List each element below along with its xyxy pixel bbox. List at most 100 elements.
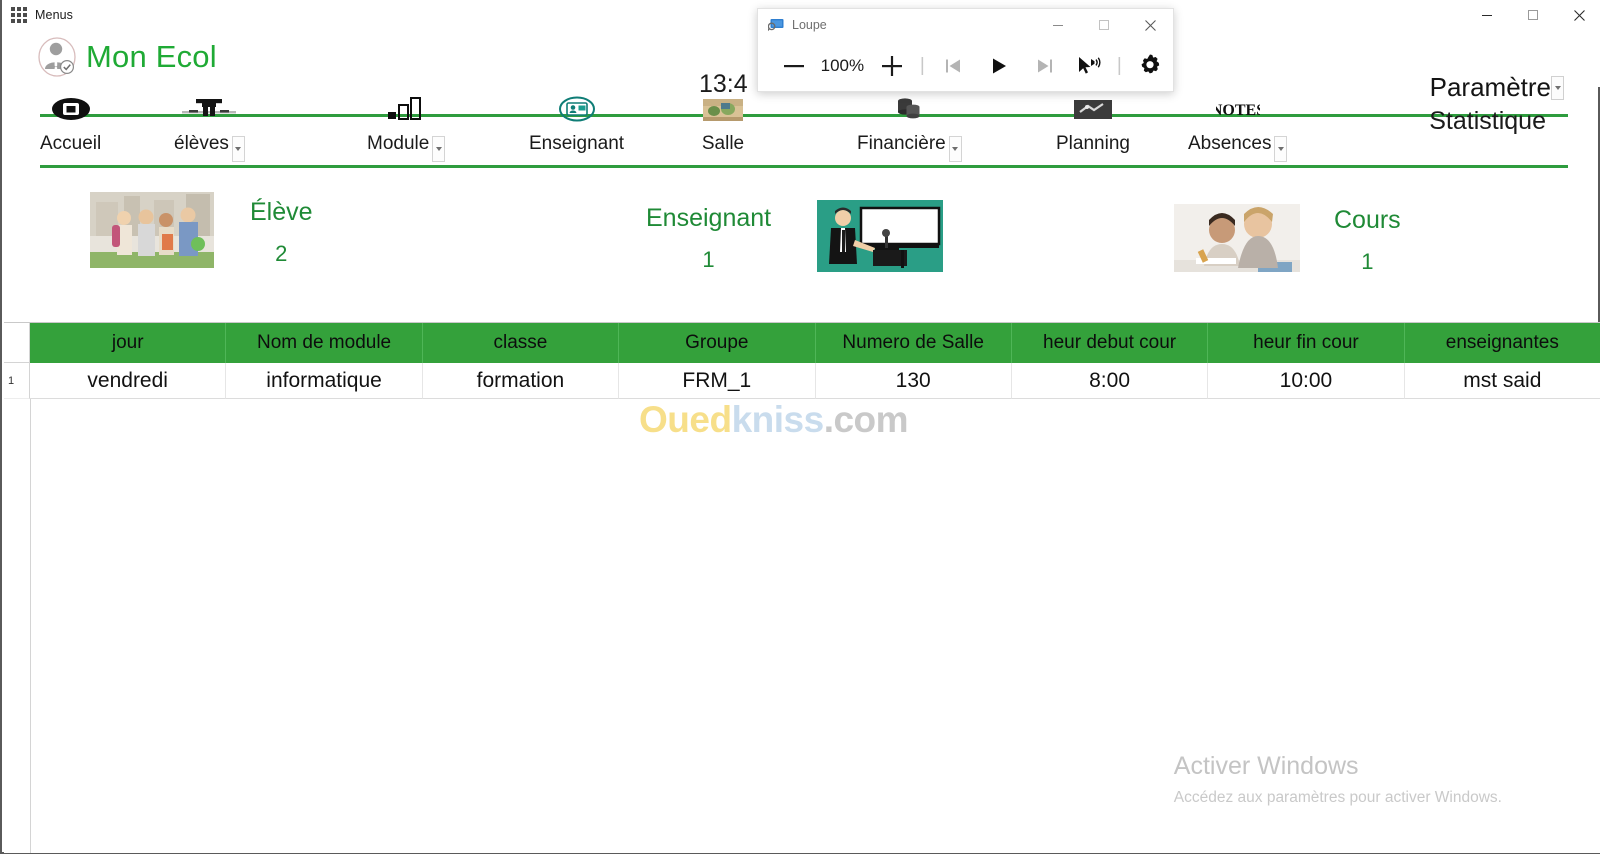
chevron-down-icon[interactable] xyxy=(1274,136,1288,162)
cell-heur-fin-cour[interactable]: 10:00 xyxy=(1208,363,1405,399)
previous-button[interactable] xyxy=(930,46,976,86)
svg-text:NOTES: NOTES xyxy=(1216,102,1260,119)
grid-corner-cell xyxy=(4,323,30,363)
students-photo xyxy=(90,192,214,273)
skip-previous-icon xyxy=(946,59,961,73)
nav-item-accueil[interactable]: Accueil xyxy=(40,87,101,155)
nav-label: élèves xyxy=(174,133,229,154)
nav-item-absences[interactable]: NOTES Absences xyxy=(1188,87,1288,162)
nav-item-statistique[interactable]: Statistique xyxy=(1429,107,1546,136)
page-title: Mon Ecol xyxy=(86,39,217,74)
notes-icon: NOTES xyxy=(1216,92,1260,126)
nav-label: Salle xyxy=(701,133,745,154)
magnifier-settings-button[interactable] xyxy=(1127,46,1173,86)
bar-chart-icon xyxy=(382,92,430,126)
windows-activation-watermark: Activer Windows Accédez aux paramètres p… xyxy=(1174,752,1502,807)
cell-heur-debut-cour[interactable]: 8:00 xyxy=(1011,363,1209,399)
nav-item-planning[interactable]: Planning xyxy=(1056,87,1130,155)
zoom-level-value: 100% xyxy=(820,56,865,75)
card-title: Élève xyxy=(250,198,313,226)
chevron-down-icon[interactable] xyxy=(231,136,245,162)
card-enseignant[interactable]: Enseignant 1 xyxy=(646,200,944,277)
ribbon-divider-bottom xyxy=(40,165,1568,168)
minimize-icon xyxy=(1053,25,1063,26)
close-icon xyxy=(1144,19,1156,31)
toolbar-separator-2: | xyxy=(1116,55,1122,76)
column-header-jour[interactable]: jour xyxy=(30,323,227,363)
column-header-groupe[interactable]: Groupe xyxy=(619,323,816,363)
close-button[interactable] xyxy=(1556,0,1600,30)
ouedkniss-part1: Oued xyxy=(639,399,732,440)
row-number: 1 xyxy=(4,363,30,399)
classroom-icon xyxy=(701,92,745,126)
magnifier-window-icon xyxy=(767,18,784,32)
cell-groupe[interactable]: FRM_1 xyxy=(619,363,816,399)
read-from-here-button[interactable] xyxy=(1068,46,1112,86)
nav-label: Planning xyxy=(1056,133,1130,154)
card-count: 1 xyxy=(1361,249,1374,274)
grid-apps-icon xyxy=(11,7,27,23)
nav-label: Financière xyxy=(857,133,946,154)
next-button[interactable] xyxy=(1022,46,1068,86)
nav-item-financiere[interactable]: Financière xyxy=(857,87,962,162)
maximize-icon xyxy=(1528,10,1538,20)
ouedkniss-part2: kniss xyxy=(731,399,825,440)
nav-label: Enseignant xyxy=(529,133,625,154)
nav-item-enseignant[interactable]: Enseignant xyxy=(529,87,624,155)
magnifier-title: Loupe xyxy=(792,18,827,32)
nav-ribbon: Accueil élèves Module Enseignant Salle F… xyxy=(2,87,1600,168)
maximize-icon xyxy=(1099,20,1109,30)
magnifier-titlebar: Loupe xyxy=(758,9,1173,41)
card-eleve[interactable]: Élève 2 xyxy=(90,192,313,273)
table-row[interactable]: 1 vendredi informatique formation FRM_1 … xyxy=(4,363,1600,399)
chevron-down-icon[interactable] xyxy=(948,136,962,162)
brand: Mon Ecol xyxy=(36,35,217,79)
minimize-button[interactable] xyxy=(1464,0,1510,30)
card-cours[interactable]: Cours 1 xyxy=(1174,204,1401,277)
card-text: Élève 2 xyxy=(250,198,313,267)
magnifier-window[interactable]: Loupe 100% | | xyxy=(757,8,1174,92)
nav-item-salle[interactable]: Salle xyxy=(701,87,745,155)
plus-icon xyxy=(881,56,902,76)
ouedkniss-watermark: Ouedkniss.com xyxy=(639,399,909,441)
user-badge-icon xyxy=(36,35,80,79)
column-header-enseignantes[interactable]: enseignantes xyxy=(1404,323,1600,363)
window-title: Menus xyxy=(35,8,74,22)
column-header-nom-de-module[interactable]: Nom de module xyxy=(226,323,423,363)
maximize-button[interactable] xyxy=(1510,0,1556,30)
toolbar-separator-1: | xyxy=(919,55,925,76)
column-header-classe[interactable]: classe xyxy=(422,323,620,363)
play-button[interactable] xyxy=(976,46,1022,86)
card-title: Cours xyxy=(1334,206,1401,234)
minimize-icon xyxy=(1482,15,1492,16)
nav-item-eleves[interactable]: élèves xyxy=(174,87,245,162)
cursor-speaker-icon xyxy=(1079,57,1102,74)
chevron-down-icon[interactable] xyxy=(432,136,446,162)
card-text: Cours 1 xyxy=(1334,206,1401,275)
magnifier-close-button[interactable] xyxy=(1127,9,1173,41)
cell-numero-de-salle[interactable]: 130 xyxy=(815,363,1012,399)
card-count: 1 xyxy=(702,247,715,272)
zoom-out-button[interactable] xyxy=(772,46,816,86)
column-header-heur-fin-cour[interactable]: heur fin cour xyxy=(1208,323,1405,363)
cell-nom-de-module[interactable]: informatique xyxy=(226,363,423,399)
grid-gutter-divider xyxy=(30,399,31,853)
column-header-heur-debut-cour[interactable]: heur debut cour xyxy=(1011,323,1209,363)
activation-subtitle: Accédez aux paramètres pour activer Wind… xyxy=(1173,789,1502,806)
window-controls xyxy=(1464,0,1600,30)
cell-jour[interactable]: vendredi xyxy=(30,363,227,399)
magnifier-minimize-button[interactable] xyxy=(1035,9,1081,41)
cell-classe[interactable]: formation xyxy=(422,363,620,399)
zoom-in-button[interactable] xyxy=(869,46,915,86)
nav-item-module[interactable]: Module xyxy=(367,87,446,162)
column-header-numero-de-salle[interactable]: Numero de Salle xyxy=(815,323,1012,363)
play-icon xyxy=(992,58,1006,74)
tutoring-photo xyxy=(1174,204,1300,277)
card-text: Enseignant 1 xyxy=(646,204,771,273)
nav-label: Module xyxy=(367,133,430,154)
magnifier-toolbar: 100% | | xyxy=(758,41,1173,91)
minus-icon xyxy=(783,65,804,68)
card-count: 2 xyxy=(275,241,288,266)
magnifier-maximize-button[interactable] xyxy=(1081,9,1127,41)
cell-enseignantes[interactable]: mst said xyxy=(1404,363,1600,399)
